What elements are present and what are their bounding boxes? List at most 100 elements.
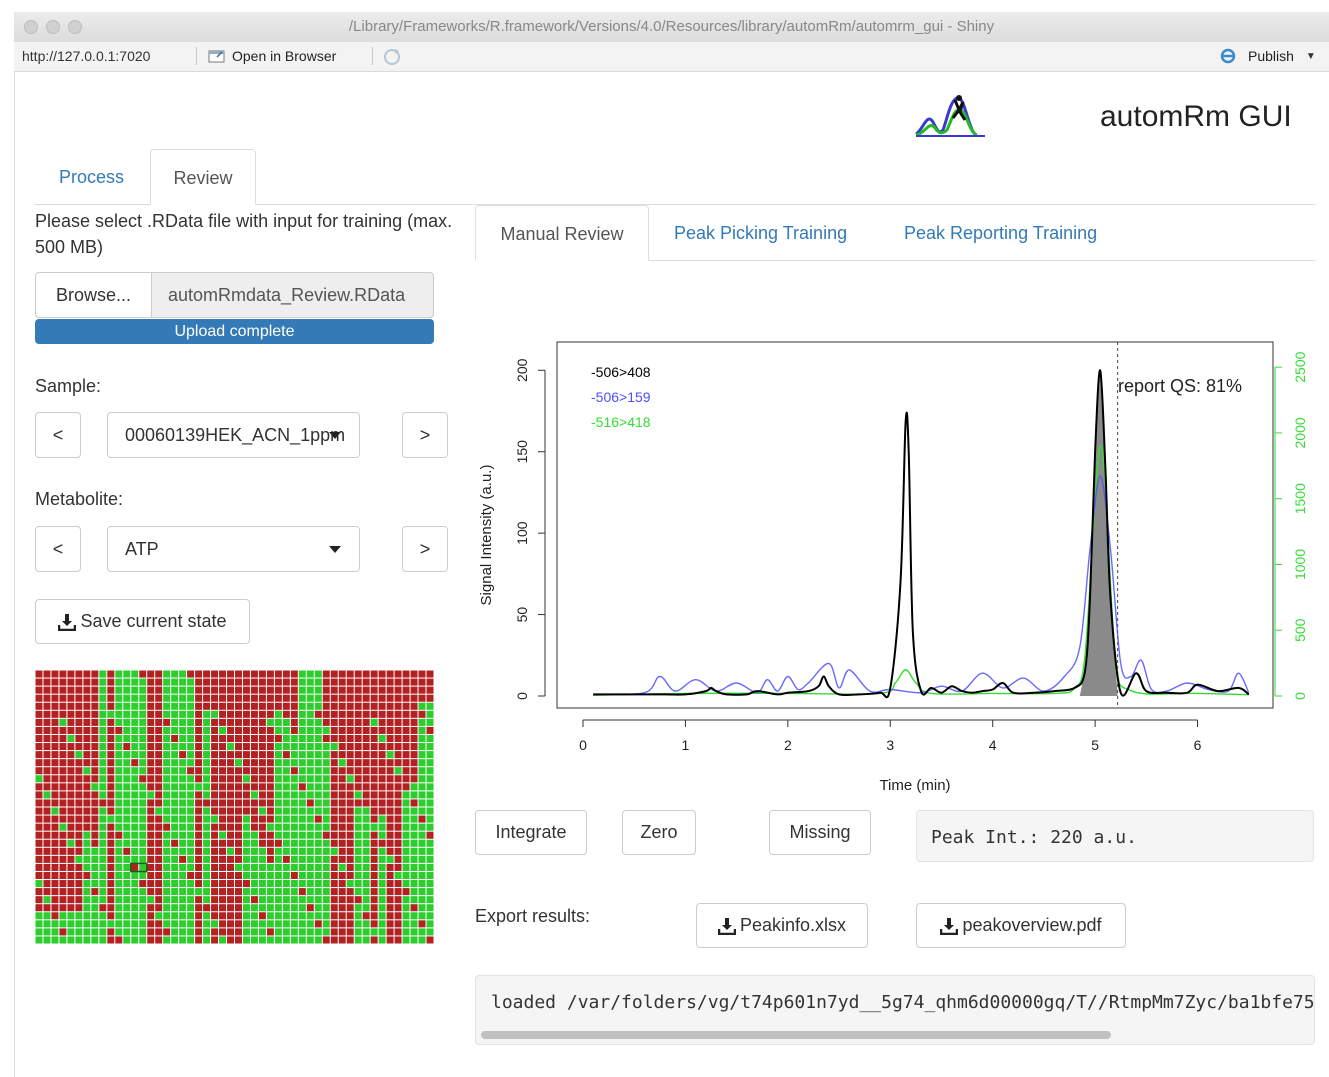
tab-peak-reporting-training[interactable]: Peak Reporting Training	[904, 205, 1097, 261]
save-state-button[interactable]: Save current state	[35, 599, 250, 644]
heatmap-cell	[282, 678, 290, 686]
heatmap-cell	[163, 912, 171, 920]
open-in-browser-button[interactable]: Open in Browser	[208, 48, 336, 64]
heatmap-cell	[418, 855, 426, 863]
heatmap-cell	[322, 855, 330, 863]
horizontal-scrollbar[interactable]	[481, 1031, 1111, 1039]
heatmap-cell	[314, 670, 322, 678]
export-pdf-button[interactable]: peakoverview.pdf	[916, 903, 1126, 948]
next-metabolite-button[interactable]: >	[402, 526, 448, 572]
missing-button[interactable]: Missing	[769, 810, 871, 855]
heatmap-cell	[83, 791, 91, 799]
heatmap-cell	[171, 823, 179, 831]
export-xlsx-button[interactable]: Peakinfo.xlsx	[696, 903, 868, 948]
heatmap-cell	[131, 920, 139, 928]
prev-metabolite-button[interactable]: <	[35, 526, 81, 572]
heatmap-cell	[394, 839, 402, 847]
heatmap-cell	[83, 702, 91, 710]
heatmap-cell	[131, 847, 139, 855]
prev-sample-button[interactable]: <	[35, 412, 81, 458]
heatmap-cell	[258, 783, 266, 791]
heatmap-cell	[274, 734, 282, 743]
heatmap-cell	[370, 904, 378, 912]
heatmap-cell	[219, 880, 227, 888]
metabolite-select[interactable]: ATP	[107, 526, 360, 572]
heatmap-cell	[282, 726, 290, 734]
heatmap-cell	[282, 702, 290, 710]
heatmap-cell	[99, 718, 107, 726]
heatmap-cell	[51, 718, 59, 726]
heatmap-cell	[330, 718, 338, 726]
tab-process[interactable]: Process	[34, 150, 149, 204]
heatmap-cell	[43, 880, 51, 888]
integrate-button[interactable]: Integrate	[475, 810, 587, 855]
heatmap-cell	[426, 831, 434, 839]
heatmap-cell	[179, 791, 187, 799]
heatmap-cell	[139, 912, 147, 920]
heatmap-cell	[203, 928, 211, 936]
heatmap-cell	[163, 799, 171, 807]
heatmap-cell	[99, 791, 107, 799]
heatmap-cell	[242, 710, 250, 718]
sample-select[interactable]: 00060139HEK_ACN_1ppm	[107, 412, 360, 458]
heatmap-cell	[171, 710, 179, 718]
heatmap-cell	[59, 743, 67, 751]
heatmap-cell	[314, 936, 322, 944]
heatmap-cell	[322, 896, 330, 904]
heatmap-cell	[386, 823, 394, 831]
heatmap-cell	[219, 694, 227, 702]
heatmap-cell	[282, 904, 290, 912]
heatmap-cell	[163, 888, 171, 896]
heatmap-cell	[155, 734, 163, 743]
heatmap-cell	[410, 847, 418, 855]
heatmap-cell	[43, 855, 51, 863]
heatmap-cell	[426, 783, 434, 791]
heatmap-cell	[346, 807, 354, 815]
heatmap-cell	[330, 936, 338, 944]
browse-button[interactable]: Browse...	[35, 272, 152, 318]
publish-dropdown-icon[interactable]: ▼	[1306, 51, 1316, 62]
heatmap-cell	[115, 743, 123, 751]
heatmap-cell	[227, 807, 234, 815]
publish-button[interactable]: Publish ▼	[1220, 48, 1316, 64]
heatmap-cell	[410, 815, 418, 823]
heatmap-cell	[179, 686, 187, 694]
heatmap-cell	[290, 759, 298, 767]
heatmap-cell	[59, 855, 67, 863]
tab-manual-review[interactable]: Manual Review	[475, 205, 649, 261]
heatmap-cell	[370, 678, 378, 686]
heatmap-cell	[314, 791, 322, 799]
heatmap-cell	[115, 880, 123, 888]
heatmap-cell	[354, 871, 362, 880]
heatmap-cell	[306, 815, 314, 823]
heatmap-cell	[410, 710, 418, 718]
zero-button[interactable]: Zero	[622, 810, 696, 855]
heatmap-cell	[99, 936, 107, 944]
heatmap-cell	[155, 710, 163, 718]
heatmap-cell	[418, 783, 426, 791]
heatmap-cell	[402, 726, 410, 734]
heatmap-cell	[258, 710, 266, 718]
heatmap-cell	[402, 743, 410, 751]
heatmap-cell	[306, 880, 314, 888]
heatmap-cell	[35, 831, 43, 839]
export-pdf-label: peakoverview.pdf	[962, 915, 1102, 935]
heatmap-cell	[410, 888, 418, 896]
heatmap-cell	[203, 694, 211, 702]
heatmap-cell	[139, 767, 147, 775]
file-name-field[interactable]: automRmdata_Review.RData	[151, 272, 434, 318]
heatmap-cell	[203, 871, 211, 880]
review-heatmap[interactable]	[35, 670, 434, 944]
tab-peak-picking-training[interactable]: Peak Picking Training	[674, 205, 847, 261]
log-text: loaded /var/folders/vg/t74p601n7yd__5g74…	[491, 992, 1315, 1013]
refresh-icon[interactable]	[381, 46, 403, 68]
heatmap-cell	[91, 888, 99, 896]
tab-review[interactable]: Review	[150, 149, 256, 205]
heatmap-cell	[51, 710, 59, 718]
heatmap-cell	[346, 710, 354, 718]
heatmap-cell	[410, 871, 418, 880]
next-sample-button[interactable]: >	[402, 412, 448, 458]
heatmap-cell	[59, 904, 67, 912]
heatmap-cell	[426, 871, 434, 880]
heatmap-cell	[362, 726, 370, 734]
